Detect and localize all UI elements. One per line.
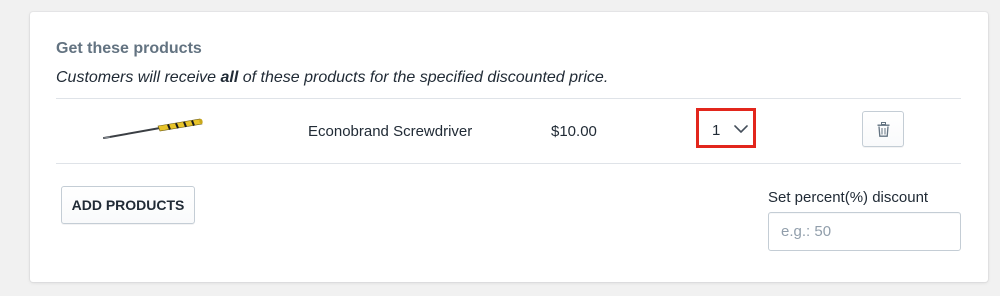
add-products-button[interactable]: ADD PRODUCTS: [61, 186, 195, 224]
delete-product-button[interactable]: [862, 111, 904, 147]
discount-label: Set percent(%) discount: [768, 189, 929, 206]
trash-icon: [877, 122, 890, 137]
section-description: Customers will receive all of these prod…: [56, 69, 608, 87]
description-emphasis: all: [220, 69, 239, 86]
product-row: Econobrand Screwdriver $10.00 1: [56, 98, 961, 164]
discount-input[interactable]: [768, 212, 961, 251]
section-heading: Get these products: [56, 40, 202, 57]
product-name: Econobrand Screwdriver: [308, 123, 473, 140]
chevron-down-icon: [734, 125, 748, 133]
screwdriver-image: [103, 118, 203, 139]
quantity-value: 1: [712, 122, 721, 139]
description-text-start: Customers will receive: [56, 69, 221, 86]
quantity-select[interactable]: 1: [696, 108, 756, 148]
description-text-end: of these products for the specified disc…: [238, 69, 609, 86]
product-price: $10.00: [551, 123, 597, 140]
offer-card: Get these products Customers will receiv…: [30, 12, 988, 282]
